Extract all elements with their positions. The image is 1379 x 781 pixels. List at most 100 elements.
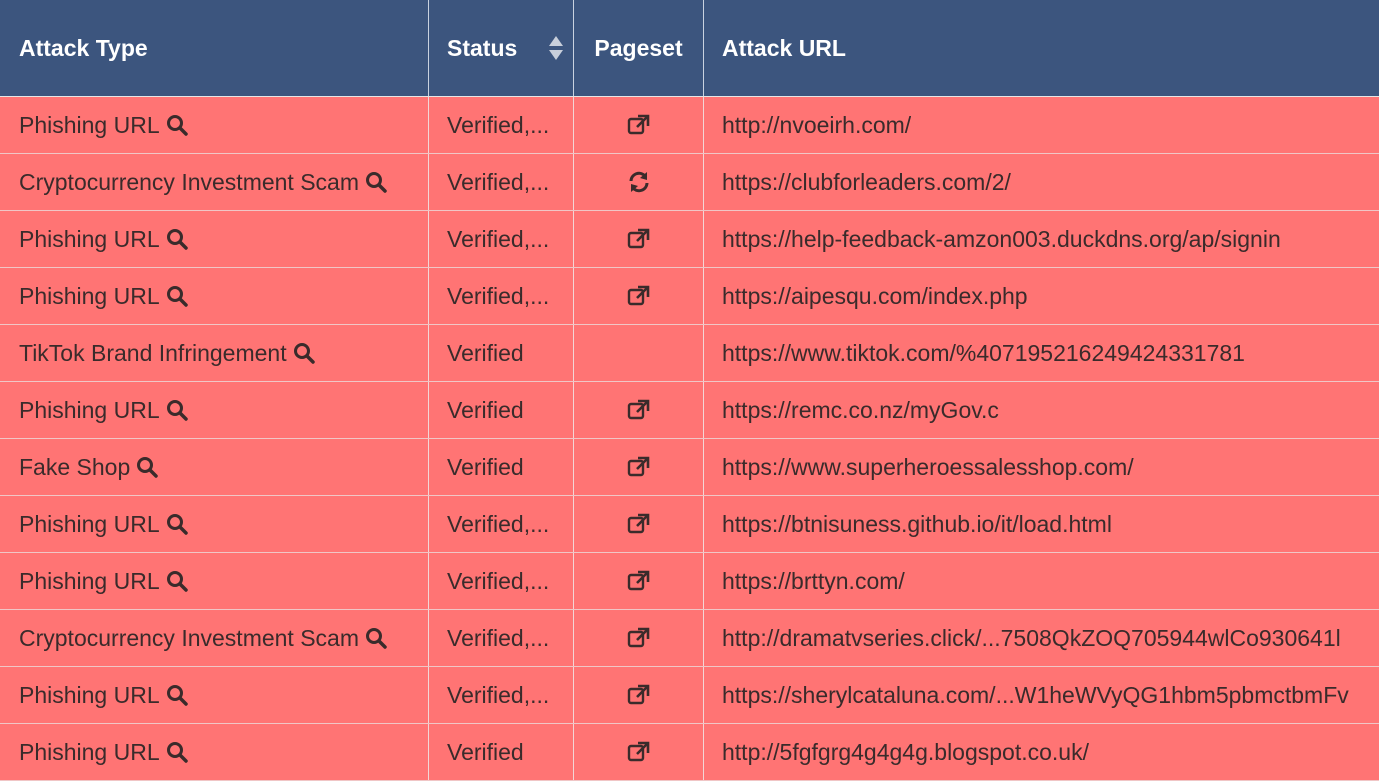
attack-url-cell: https://brttyn.com/ [704,553,1379,609]
pageset-cell [574,97,704,153]
attack-url-text[interactable]: https://aipesqu.com/index.php [722,283,1028,310]
attack-type-cell: Phishing URL [0,382,429,438]
search-icon[interactable] [165,512,189,536]
attack-type-wrapper: Phishing URL [19,112,189,139]
search-icon[interactable] [165,398,189,422]
pageset-cell [574,496,704,552]
status-cell: Verified [429,382,574,438]
status-cell: Verified,... [429,496,574,552]
pageset-cell [574,325,704,381]
status-cell: Verified,... [429,268,574,324]
attack-type-text: Phishing URL [19,111,160,138]
pageset-cell [574,154,704,210]
column-header-attack-type[interactable]: Attack Type [0,0,429,96]
attack-url-text[interactable]: https://www.tiktok.com/%4071952162494243… [722,340,1245,367]
column-header-pageset[interactable]: Pageset [574,0,704,96]
search-icon[interactable] [165,740,189,764]
attack-url-text[interactable]: https://sherylcataluna.com/...W1heWVyQG1… [722,682,1349,709]
status-text: Verified [447,396,524,423]
search-icon[interactable] [165,683,189,707]
attack-url-text[interactable]: http://nvoeirh.com/ [722,112,911,139]
attack-type-text: Phishing URL [19,225,160,252]
search-icon[interactable] [165,227,189,251]
attack-type-text: Phishing URL [19,681,160,708]
attack-url-text[interactable]: http://dramatvseries.click/...7508QkZOQ7… [722,625,1341,652]
table-row[interactable]: Cryptocurrency Investment Scam Verified,.… [0,154,1379,211]
status-cell: Verified,... [429,211,574,267]
status-cell: Verified [429,439,574,495]
external-link-icon[interactable] [626,112,652,138]
external-link-icon[interactable] [626,454,652,480]
external-link-icon[interactable] [626,397,652,423]
attack-type-text: Phishing URL [19,396,160,423]
external-link-icon[interactable] [626,739,652,765]
status-cell: Verified,... [429,667,574,723]
table-row[interactable]: Phishing URL Verified http://5fgfgrg4g4g4g… [0,724,1379,781]
table-row[interactable]: Phishing URL Verified,... http://nvoeirh.c… [0,97,1379,154]
attack-type-text: Phishing URL [19,282,160,309]
attack-type-cell: Phishing URL [0,496,429,552]
external-link-icon[interactable] [626,226,652,252]
status-text: Verified,... [447,111,550,138]
attack-url-text[interactable]: https://btnisuness.github.io/it/load.htm… [722,511,1112,538]
attack-url-text[interactable]: https://clubforleaders.com/2/ [722,169,1011,196]
refresh-icon[interactable] [626,169,652,195]
table-row[interactable]: Phishing URL Verified https://remc.co.nz/m… [0,382,1379,439]
search-icon[interactable] [165,113,189,137]
attack-type-wrapper: Fake Shop [19,454,159,481]
table-row[interactable]: Phishing URL Verified,... https://help-fee… [0,211,1379,268]
attack-url-text[interactable]: http://5fgfgrg4g4g4g.blogspot.co.uk/ [722,739,1089,766]
status-cell: Verified,... [429,97,574,153]
search-icon[interactable] [364,626,388,650]
attack-url-cell: https://www.superheroessalesshop.com/ [704,439,1379,495]
status-text: Verified,... [447,282,550,309]
table-header: Attack Type Status Pageset Attack URL [0,0,1379,97]
table-row[interactable]: TikTok Brand Infringement Verified https:/… [0,325,1379,382]
attack-type-cell: Cryptocurrency Investment Scam [0,610,429,666]
table-row[interactable]: Cryptocurrency Investment Scam Verified,.… [0,610,1379,667]
search-icon[interactable] [135,455,159,479]
external-link-icon[interactable] [626,568,652,594]
attack-type-wrapper: TikTok Brand Infringement [19,340,316,367]
table-row[interactable]: Phishing URL Verified,... https://aipesqu.… [0,268,1379,325]
attack-url-text[interactable]: https://remc.co.nz/myGov.c [722,397,999,424]
attack-type-cell: Phishing URL [0,211,429,267]
attack-type-wrapper: Phishing URL [19,568,189,595]
attack-url-cell: https://aipesqu.com/index.php [704,268,1379,324]
attack-url-cell: http://5fgfgrg4g4g4g.blogspot.co.uk/ [704,724,1379,780]
attack-type-cell: Fake Shop [0,439,429,495]
table-row[interactable]: Phishing URL Verified,... https://sherylca… [0,667,1379,724]
pageset-cell [574,667,704,723]
attack-url-cell: https://sherylcataluna.com/...W1heWVyQG1… [704,667,1379,723]
attack-type-text: Phishing URL [19,738,160,765]
external-link-icon[interactable] [626,283,652,309]
attack-type-wrapper: Cryptocurrency Investment Scam [19,169,388,196]
attack-url-text[interactable]: https://www.superheroessalesshop.com/ [722,454,1134,481]
search-icon[interactable] [165,284,189,308]
attack-type-cell: Phishing URL [0,553,429,609]
attack-type-cell: Phishing URL [0,97,429,153]
external-link-icon[interactable] [626,682,652,708]
search-icon[interactable] [292,341,316,365]
attack-type-cell: TikTok Brand Infringement [0,325,429,381]
search-icon[interactable] [165,569,189,593]
sort-icon[interactable] [548,34,564,62]
attack-url-text[interactable]: https://brttyn.com/ [722,568,905,595]
status-text: Verified,... [447,567,550,594]
attack-url-text[interactable]: https://help-feedback-amzon003.duckdns.o… [722,226,1281,253]
search-icon[interactable] [364,170,388,194]
attack-type-cell: Phishing URL [0,724,429,780]
column-header-status[interactable]: Status [429,0,574,96]
column-header-attack-url[interactable]: Attack URL [704,0,1379,96]
attack-type-wrapper: Phishing URL [19,397,189,424]
table-row[interactable]: Phishing URL Verified,... https://btnisune… [0,496,1379,553]
table-row[interactable]: Fake Shop Verified https://www.superheroes… [0,439,1379,496]
table-row[interactable]: Phishing URL Verified,... https://brttyn.c… [0,553,1379,610]
attack-type-text: Fake Shop [19,453,131,480]
status-cell: Verified [429,325,574,381]
external-link-icon[interactable] [626,625,652,651]
pageset-cell [574,382,704,438]
attack-url-cell: https://clubforleaders.com/2/ [704,154,1379,210]
column-header-status-label: Status [447,34,518,61]
external-link-icon[interactable] [626,511,652,537]
